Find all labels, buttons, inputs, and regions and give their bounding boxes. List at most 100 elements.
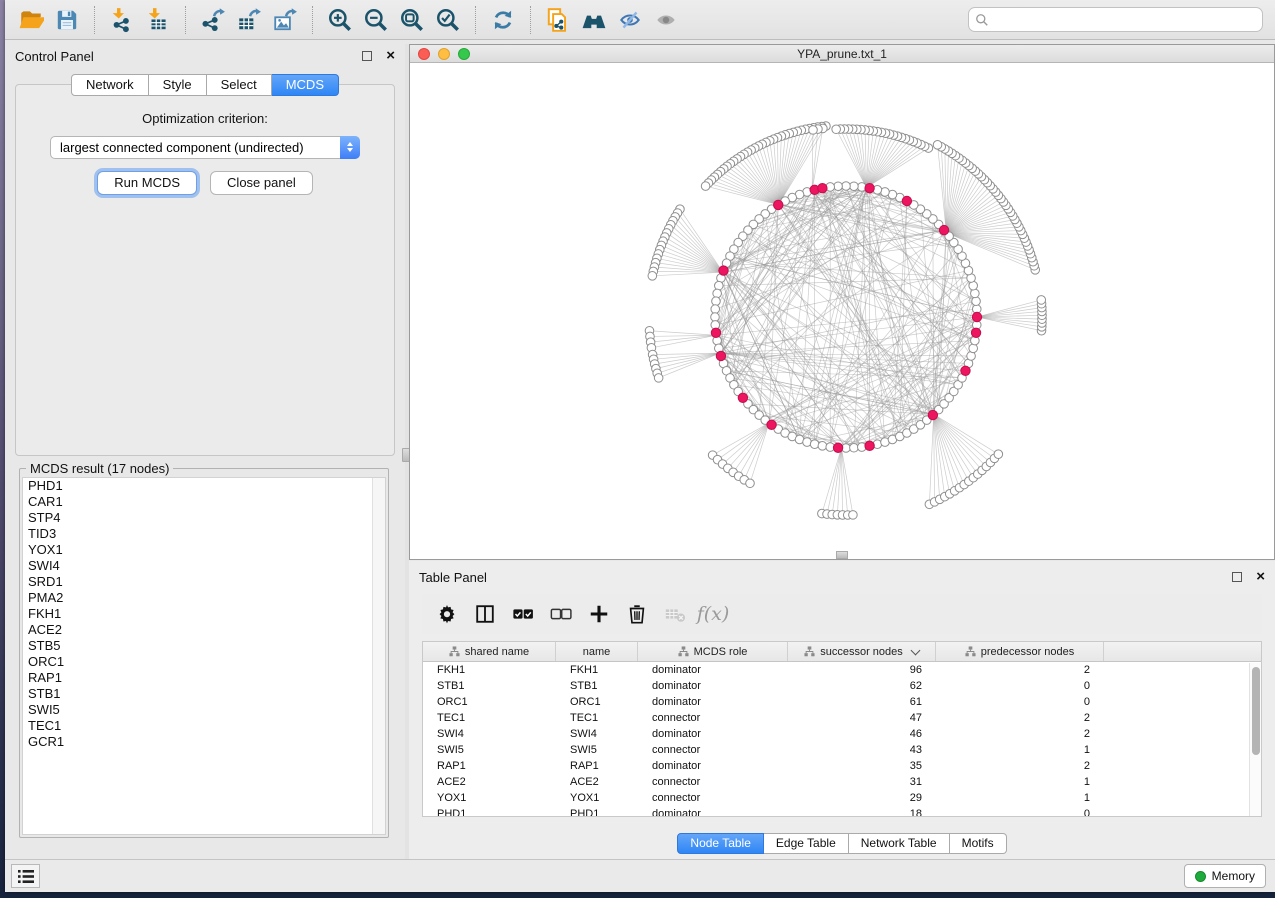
network-canvas[interactable] — [410, 64, 1274, 559]
graph-node[interactable] — [971, 289, 980, 298]
export-table-button[interactable] — [231, 3, 267, 37]
graph-node[interactable] — [712, 297, 721, 306]
horizontal-splitter-grip[interactable] — [836, 551, 848, 559]
cell-MCDS-role[interactable]: connector — [638, 790, 788, 806]
graph-node[interactable] — [842, 182, 851, 191]
cell-predecessor-nodes[interactable]: 2 — [936, 662, 1104, 678]
add-row-button[interactable] — [582, 598, 616, 630]
close-panel-button[interactable]: Close panel — [210, 171, 313, 195]
deselect-all-button[interactable] — [544, 598, 578, 630]
graph-node[interactable] — [716, 351, 725, 360]
task-history-button[interactable] — [11, 864, 40, 888]
cell-predecessor-nodes[interactable]: 2 — [936, 710, 1104, 726]
cell-shared-name[interactable]: PHD1 — [423, 806, 556, 817]
cell-MCDS-role[interactable]: dominator — [638, 758, 788, 774]
cell-name[interactable]: TEC1 — [556, 710, 638, 726]
table-options-button[interactable] — [430, 598, 464, 630]
zoom-out-button[interactable] — [358, 3, 394, 37]
graph-node[interactable] — [654, 374, 663, 383]
graph-node[interactable] — [1037, 296, 1046, 305]
graph-node[interactable] — [701, 182, 710, 191]
cell-predecessor-nodes[interactable]: 0 — [936, 678, 1104, 694]
mcds-result-item[interactable]: GCR1 — [23, 734, 385, 750]
maximize-window-icon[interactable] — [458, 48, 470, 60]
tab-network[interactable]: Network — [71, 74, 149, 96]
search-input[interactable] — [994, 13, 1256, 27]
mcds-result-item[interactable]: TEC1 — [23, 718, 385, 734]
cell-predecessor-nodes[interactable]: 0 — [936, 806, 1104, 817]
cell-shared-name[interactable]: RAP1 — [423, 758, 556, 774]
clone-network-button[interactable] — [540, 3, 576, 37]
cell-MCDS-role[interactable]: dominator — [638, 662, 788, 678]
cell-successor-nodes[interactable]: 43 — [788, 742, 936, 758]
graph-node[interactable] — [774, 200, 783, 209]
graph-node[interactable] — [832, 125, 841, 134]
cell-name[interactable]: ORC1 — [556, 694, 638, 710]
cell-successor-nodes[interactable]: 29 — [788, 790, 936, 806]
table-row[interactable]: ACE2ACE2connector311 — [423, 774, 1261, 790]
graph-node[interactable] — [818, 442, 827, 451]
cell-name[interactable]: YOX1 — [556, 790, 638, 806]
table-row[interactable]: RAP1RAP1dominator352 — [423, 758, 1261, 774]
cell-name[interactable]: RAP1 — [556, 758, 638, 774]
graph-node[interactable] — [994, 450, 1003, 459]
cell-predecessor-nodes[interactable]: 2 — [936, 726, 1104, 742]
cell-shared-name[interactable]: TEC1 — [423, 710, 556, 726]
table-scrollbar-thumb[interactable] — [1252, 667, 1260, 755]
show-columns-button[interactable] — [468, 598, 502, 630]
cell-predecessor-nodes[interactable]: 1 — [936, 774, 1104, 790]
graph-node[interactable] — [969, 344, 978, 353]
cell-shared-name[interactable]: YOX1 — [423, 790, 556, 806]
mcds-result-item[interactable]: YOX1 — [23, 542, 385, 558]
graph-node[interactable] — [865, 183, 874, 192]
mcds-result-item[interactable]: TID3 — [23, 526, 385, 542]
graph-node[interactable] — [810, 440, 819, 449]
cell-successor-nodes[interactable]: 62 — [788, 678, 936, 694]
export-network-button[interactable] — [195, 3, 231, 37]
minimize-window-icon[interactable] — [438, 48, 450, 60]
graph-node[interactable] — [713, 289, 722, 298]
graph-node[interactable] — [809, 126, 818, 135]
mcds-result-item[interactable]: SWI4 — [23, 558, 385, 574]
cell-successor-nodes[interactable]: 18 — [788, 806, 936, 817]
tab-motifs[interactable]: Motifs — [950, 833, 1007, 854]
graph-node[interactable] — [648, 272, 657, 281]
criterion-select[interactable]: largest connected component (undirected) — [50, 136, 360, 159]
cell-shared-name[interactable]: FKH1 — [423, 662, 556, 678]
graph-node[interactable] — [972, 312, 981, 321]
search-box[interactable] — [968, 7, 1263, 32]
mcds-result-item[interactable]: RAP1 — [23, 670, 385, 686]
select-all-button[interactable] — [506, 598, 540, 630]
mcds-result-item[interactable]: ACE2 — [23, 622, 385, 638]
network-window-titlebar[interactable]: YPA_prune.txt_1 — [410, 45, 1274, 63]
graph-node[interactable] — [902, 196, 911, 205]
cell-MCDS-role[interactable]: dominator — [638, 726, 788, 742]
cell-predecessor-nodes[interactable]: 1 — [936, 790, 1104, 806]
column-header-predecessor-nodes[interactable]: predecessor nodes — [936, 642, 1104, 661]
open-file-button[interactable] — [13, 3, 49, 37]
graph-node[interactable] — [961, 366, 970, 375]
table-scrollbar[interactable] — [1249, 663, 1261, 816]
cell-name[interactable]: SWI5 — [556, 742, 638, 758]
mcds-result-item[interactable]: STB5 — [23, 638, 385, 654]
mcds-result-item[interactable]: PHD1 — [23, 478, 385, 494]
cell-name[interactable]: STB1 — [556, 678, 638, 694]
graph-node[interactable] — [833, 443, 842, 452]
cell-predecessor-nodes[interactable]: 0 — [936, 694, 1104, 710]
save-session-button[interactable] — [49, 3, 85, 37]
cell-predecessor-nodes[interactable]: 1 — [936, 742, 1104, 758]
zoom-in-button[interactable] — [322, 3, 358, 37]
delete-row-button[interactable] — [620, 598, 654, 630]
cell-shared-name[interactable]: STB1 — [423, 678, 556, 694]
graph-node[interactable] — [767, 420, 776, 429]
cell-MCDS-role[interactable]: dominator — [638, 806, 788, 817]
table-row[interactable]: YOX1YOX1connector291 — [423, 790, 1261, 806]
apply-preferred-layout-button[interactable] — [485, 3, 521, 37]
graph-node[interactable] — [711, 313, 720, 322]
cell-successor-nodes[interactable]: 61 — [788, 694, 936, 710]
cell-shared-name[interactable]: ACE2 — [423, 774, 556, 790]
table-row[interactable]: TEC1TEC1connector472 — [423, 710, 1261, 726]
cell-MCDS-role[interactable]: dominator — [638, 694, 788, 710]
tab-node-table[interactable]: Node Table — [677, 833, 764, 854]
zoom-fit-button[interactable] — [394, 3, 430, 37]
